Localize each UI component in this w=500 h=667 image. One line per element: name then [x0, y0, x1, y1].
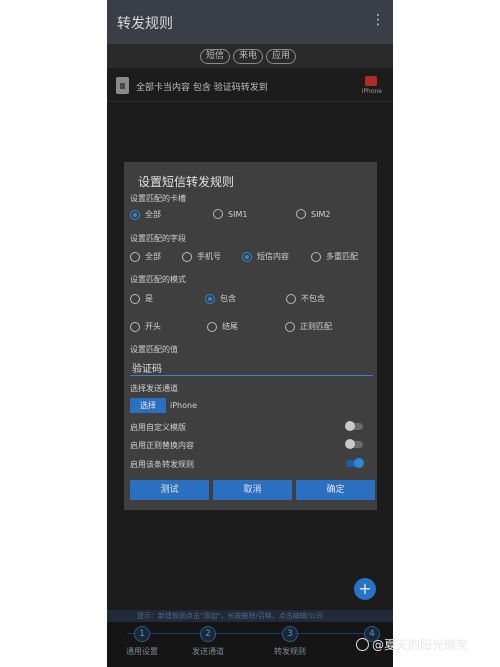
radio-sim-all[interactable]: 全部: [130, 209, 161, 220]
bottom-navigation: 1 通用设置 2 发送通道 3 转发规则 4: [107, 622, 393, 667]
add-rule-button[interactable]: +: [354, 578, 376, 600]
rule-description: 全部卡当内容 包含 验证码转发到: [136, 83, 268, 93]
radio-label: 包含: [220, 294, 236, 303]
radio-selected-icon: [205, 293, 215, 304]
step-number: 1: [134, 626, 150, 642]
radio-label: SIM1: [228, 209, 248, 219]
nav-step-general[interactable]: 1 通用设置: [107, 622, 177, 657]
radio-field-content[interactable]: 短信内容: [242, 251, 289, 262]
match-value-input[interactable]: [130, 359, 373, 376]
radio-icon: [285, 321, 295, 332]
nav-step-rules[interactable]: 3 转发规则: [255, 622, 325, 657]
rule-list-item[interactable]: 全部卡当内容 包含 验证码转发到 iPhone: [107, 70, 393, 102]
radio-label: 开头: [145, 322, 161, 331]
rule-dialog: 设置短信转发规则 设置匹配的卡槽 全部 SIM1 SIM2 设置匹配的字段 全部…: [124, 162, 377, 510]
weibo-logo-icon: [356, 638, 369, 651]
step-label: 发送通道: [192, 647, 224, 656]
radio-field-phone[interactable]: 手机号: [182, 251, 221, 262]
radio-mode-equals[interactable]: 是: [130, 293, 153, 304]
radio-icon: [311, 251, 321, 262]
radio-sim2[interactable]: SIM2: [296, 209, 330, 219]
watermark: @夏天的阳光微笑: [356, 636, 468, 653]
hint-bar: 提示：新建规则点击"添加"，长按删除/召唤，点击编辑/公司: [107, 610, 393, 622]
dialog-title: 设置短信转发规则: [138, 175, 235, 189]
nav-step-channel[interactable]: 2 发送通道: [173, 622, 243, 657]
channel-section-label: 选择发送通道: [130, 384, 178, 393]
choose-channel-button[interactable]: 选择: [130, 398, 166, 413]
radio-sim1[interactable]: SIM1: [213, 209, 247, 219]
step-number: 2: [200, 626, 216, 642]
step-label: 转发规则: [274, 647, 306, 656]
radio-selected-icon: [242, 251, 252, 262]
radio-icon: [182, 251, 192, 262]
sim-section-label: 设置匹配的卡槽: [130, 194, 186, 203]
radio-label: 是: [145, 294, 153, 303]
tab-bar: 短信 来电 应用: [107, 44, 393, 68]
radio-icon: [207, 321, 217, 332]
template-toggle[interactable]: [345, 421, 363, 431]
radio-label: 短信内容: [257, 252, 289, 261]
page-title: 转发规则: [117, 16, 173, 32]
channel-icon: [365, 76, 377, 86]
radio-icon: [130, 251, 140, 262]
radio-label: 手机号: [197, 252, 221, 261]
step-label: 通用设置: [126, 647, 158, 656]
watermark-text: @夏天的阳光微笑: [372, 638, 469, 652]
radio-icon: [130, 293, 140, 304]
more-menu-icon[interactable]: ⋮: [371, 12, 385, 28]
enable-rule-toggle[interactable]: [346, 458, 364, 468]
tab-call[interactable]: 来电: [233, 49, 263, 64]
toggle-label-template: 启用自定义模版: [130, 423, 186, 432]
radio-mode-contains[interactable]: 包含: [205, 293, 236, 304]
radio-icon: [296, 209, 306, 219]
test-button[interactable]: 测试: [130, 480, 209, 500]
confirm-button[interactable]: 确定: [296, 480, 375, 500]
field-section-label: 设置匹配的字段: [130, 234, 186, 243]
radio-mode-starts[interactable]: 开头: [130, 321, 161, 332]
radio-label: 全部: [145, 252, 161, 261]
tab-sms[interactable]: 短信: [200, 49, 230, 64]
radio-mode-regex[interactable]: 正则匹配: [285, 321, 332, 332]
radio-icon: [130, 321, 140, 332]
radio-label: 正则匹配: [300, 322, 332, 331]
value-section-label: 设置匹配的值: [130, 345, 178, 354]
radio-mode-not-contains[interactable]: 不包含: [286, 293, 325, 304]
radio-label: 全部: [145, 210, 161, 219]
selected-channel-name: iPhone: [170, 401, 198, 410]
toggle-label-enable-rule: 启用该条转发规则: [130, 460, 194, 469]
tab-app[interactable]: 应用: [266, 49, 296, 64]
radio-icon: [286, 293, 296, 304]
radio-label: 多重匹配: [326, 252, 358, 261]
cancel-button[interactable]: 取消: [213, 480, 292, 500]
radio-selected-icon: [130, 209, 140, 220]
radio-label: 结尾: [222, 322, 238, 331]
channel-label: iPhone: [361, 88, 382, 95]
radio-mode-ends[interactable]: 结尾: [207, 321, 238, 332]
regex-replace-toggle[interactable]: [345, 439, 363, 449]
radio-label: SIM2: [311, 209, 331, 219]
radio-icon: [213, 209, 223, 219]
radio-label: 不包含: [301, 294, 325, 303]
radio-field-multi[interactable]: 多重匹配: [311, 251, 358, 262]
sim-card-icon: [116, 77, 129, 94]
app-bar: 转发规则 ⋮: [107, 0, 393, 44]
toggle-label-regex-replace: 启用正则替换内容: [130, 441, 194, 450]
radio-field-all[interactable]: 全部: [130, 251, 161, 262]
step-number: 3: [282, 626, 298, 642]
mode-section-label: 设置匹配的模式: [130, 275, 186, 284]
